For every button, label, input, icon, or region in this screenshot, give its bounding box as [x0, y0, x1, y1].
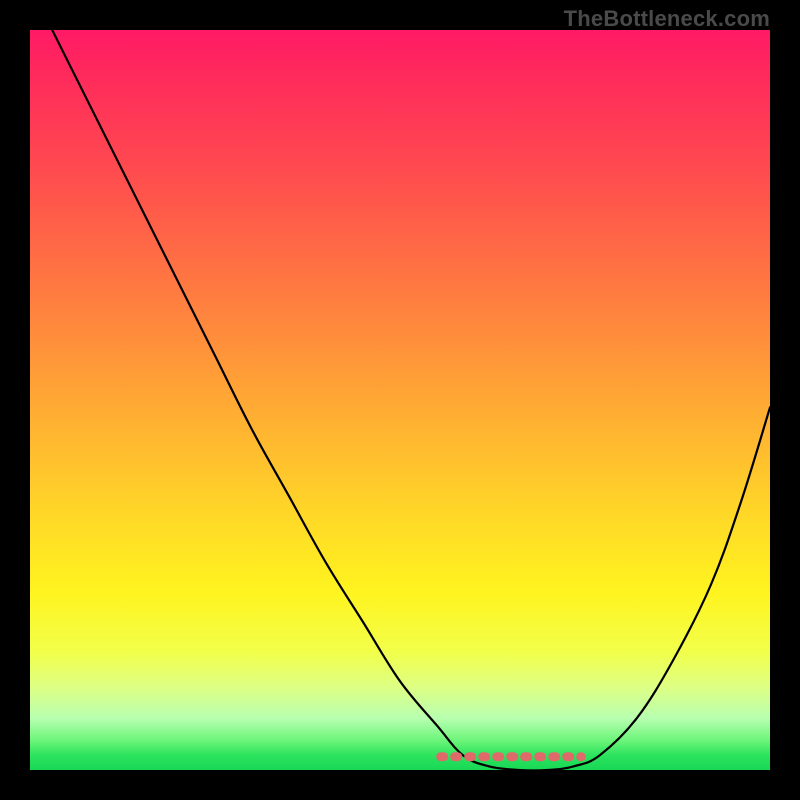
watermark-text: TheBottleneck.com: [564, 6, 770, 32]
chart-frame: TheBottleneck.com: [0, 0, 800, 800]
performance-curve: [30, 0, 770, 771]
gradient-plot-area: [30, 30, 770, 770]
curve-layer: [30, 30, 770, 770]
